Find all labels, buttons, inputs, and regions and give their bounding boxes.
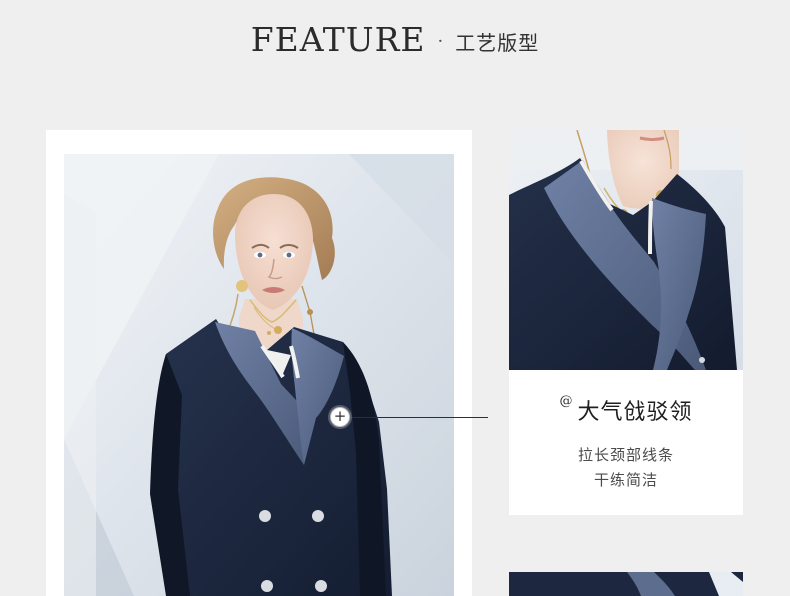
- detail-photo-bottom: [509, 572, 743, 596]
- header-separator: ·: [437, 30, 444, 52]
- at-symbol: @: [559, 394, 573, 409]
- callout-line: [350, 417, 488, 418]
- detail-line-2: 干练简洁: [593, 471, 658, 489]
- section-header: FEATURE · 工艺版型: [0, 12, 790, 66]
- lapel-detail-illustration: [509, 130, 743, 370]
- header-title-en: FEATURE: [250, 19, 426, 59]
- plus-icon: +: [333, 407, 347, 425]
- bottom-detail-illustration: [509, 572, 743, 596]
- model-illustration: [64, 154, 454, 596]
- detail-photo-top: [509, 130, 743, 370]
- hotspot-button[interactable]: +: [330, 407, 350, 427]
- header-title-cn: 工艺版型: [455, 30, 540, 55]
- main-model-photo: [64, 154, 454, 596]
- detail-line-1: 拉长颈部线条: [577, 446, 674, 464]
- feature-detail-card: @ 大气戗驳领 拉长颈部线条 干练简洁: [509, 370, 743, 515]
- main-photo-card: [46, 130, 472, 596]
- detail-title-group: @ 大气戗驳领: [509, 394, 743, 426]
- detail-title: 大气戗驳领: [577, 400, 693, 425]
